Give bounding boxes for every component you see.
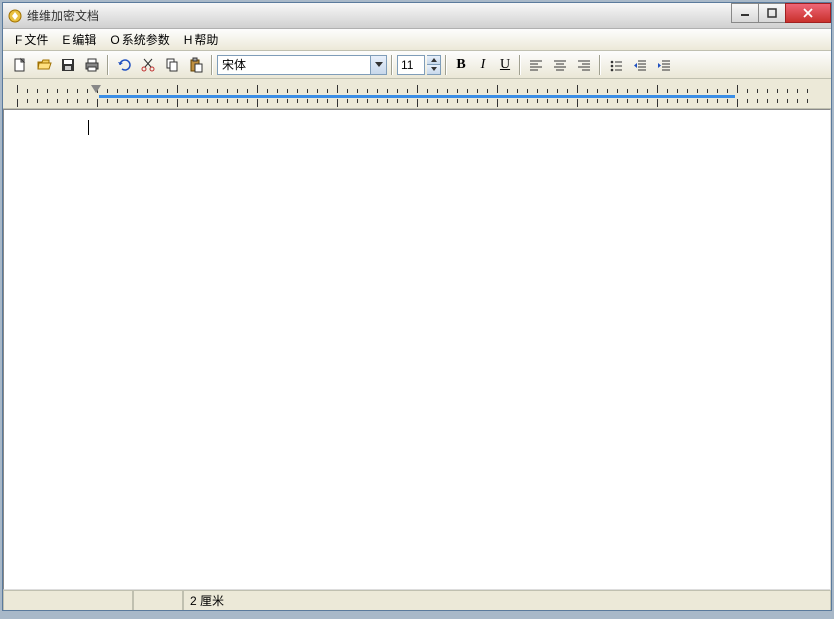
menu-edit[interactable]: E编辑 bbox=[56, 29, 102, 50]
print-button[interactable] bbox=[81, 54, 103, 76]
app-window: 维维加密文档 F文件 E编辑 O系统参数 H帮助 宋体 11 bbox=[2, 2, 832, 611]
text-cursor bbox=[88, 120, 89, 135]
align-right-icon bbox=[577, 58, 591, 72]
printer-icon bbox=[84, 57, 100, 73]
outdent-icon bbox=[633, 58, 647, 72]
minimize-button[interactable] bbox=[731, 3, 759, 23]
paste-icon bbox=[188, 57, 204, 73]
cut-button[interactable] bbox=[137, 54, 159, 76]
save-floppy-icon bbox=[60, 57, 76, 73]
toolbar-separator bbox=[599, 55, 601, 75]
toolbar-separator bbox=[211, 55, 213, 75]
status-position: 2 厘米 bbox=[183, 591, 831, 610]
copy-button[interactable] bbox=[161, 54, 183, 76]
indent-button[interactable] bbox=[653, 54, 675, 76]
menu-help[interactable]: H帮助 bbox=[178, 29, 225, 50]
open-folder-icon bbox=[36, 57, 52, 73]
toolbar-separator bbox=[519, 55, 521, 75]
underline-button[interactable]: U bbox=[495, 55, 515, 75]
toolbar-separator bbox=[445, 55, 447, 75]
ruler-active-bar bbox=[99, 95, 735, 98]
window-title: 维维加密文档 bbox=[27, 7, 831, 24]
titlebar: 维维加密文档 bbox=[3, 3, 831, 29]
new-button[interactable] bbox=[9, 54, 31, 76]
maximize-button[interactable] bbox=[758, 3, 786, 23]
font-size-spinner[interactable] bbox=[427, 55, 441, 75]
toolbar: 宋体 11 B I U bbox=[3, 51, 831, 79]
align-right-button[interactable] bbox=[573, 54, 595, 76]
italic-button[interactable]: I bbox=[473, 55, 493, 75]
bullets-icon bbox=[609, 58, 623, 72]
status-cell-2 bbox=[133, 591, 183, 610]
indent-marker-icon[interactable] bbox=[91, 85, 101, 93]
menu-options[interactable]: O系统参数 bbox=[104, 29, 175, 50]
toolbar-separator bbox=[107, 55, 109, 75]
paste-button[interactable] bbox=[185, 54, 207, 76]
indent-icon bbox=[657, 58, 671, 72]
dropdown-arrow-icon bbox=[370, 56, 386, 74]
align-left-button[interactable] bbox=[525, 54, 547, 76]
align-center-button[interactable] bbox=[549, 54, 571, 76]
save-button[interactable] bbox=[57, 54, 79, 76]
status-cell-1 bbox=[3, 591, 133, 610]
outdent-button[interactable] bbox=[629, 54, 651, 76]
undo-button[interactable] bbox=[113, 54, 135, 76]
undo-icon bbox=[116, 57, 132, 73]
app-icon bbox=[7, 8, 23, 24]
editor-area[interactable] bbox=[3, 109, 831, 590]
font-size-input[interactable]: 11 bbox=[397, 55, 425, 75]
close-button[interactable] bbox=[785, 3, 831, 23]
statusbar: 2 厘米 bbox=[3, 590, 831, 610]
align-left-icon bbox=[529, 58, 543, 72]
scissors-icon bbox=[140, 57, 156, 73]
ruler[interactable] bbox=[3, 79, 831, 109]
toolbar-separator bbox=[391, 55, 393, 75]
bold-button[interactable]: B bbox=[451, 55, 471, 75]
copy-icon bbox=[164, 57, 180, 73]
bullet-list-button[interactable] bbox=[605, 54, 627, 76]
menu-file[interactable]: F文件 bbox=[9, 29, 54, 50]
new-file-icon bbox=[12, 57, 28, 73]
spinner-up-icon[interactable] bbox=[427, 56, 440, 66]
menubar: F文件 E编辑 O系统参数 H帮助 bbox=[3, 29, 831, 51]
align-center-icon bbox=[553, 58, 567, 72]
open-button[interactable] bbox=[33, 54, 55, 76]
spinner-down-icon[interactable] bbox=[427, 65, 440, 74]
window-controls bbox=[732, 3, 831, 23]
font-family-value: 宋体 bbox=[222, 56, 246, 73]
font-family-select[interactable]: 宋体 bbox=[217, 55, 387, 75]
